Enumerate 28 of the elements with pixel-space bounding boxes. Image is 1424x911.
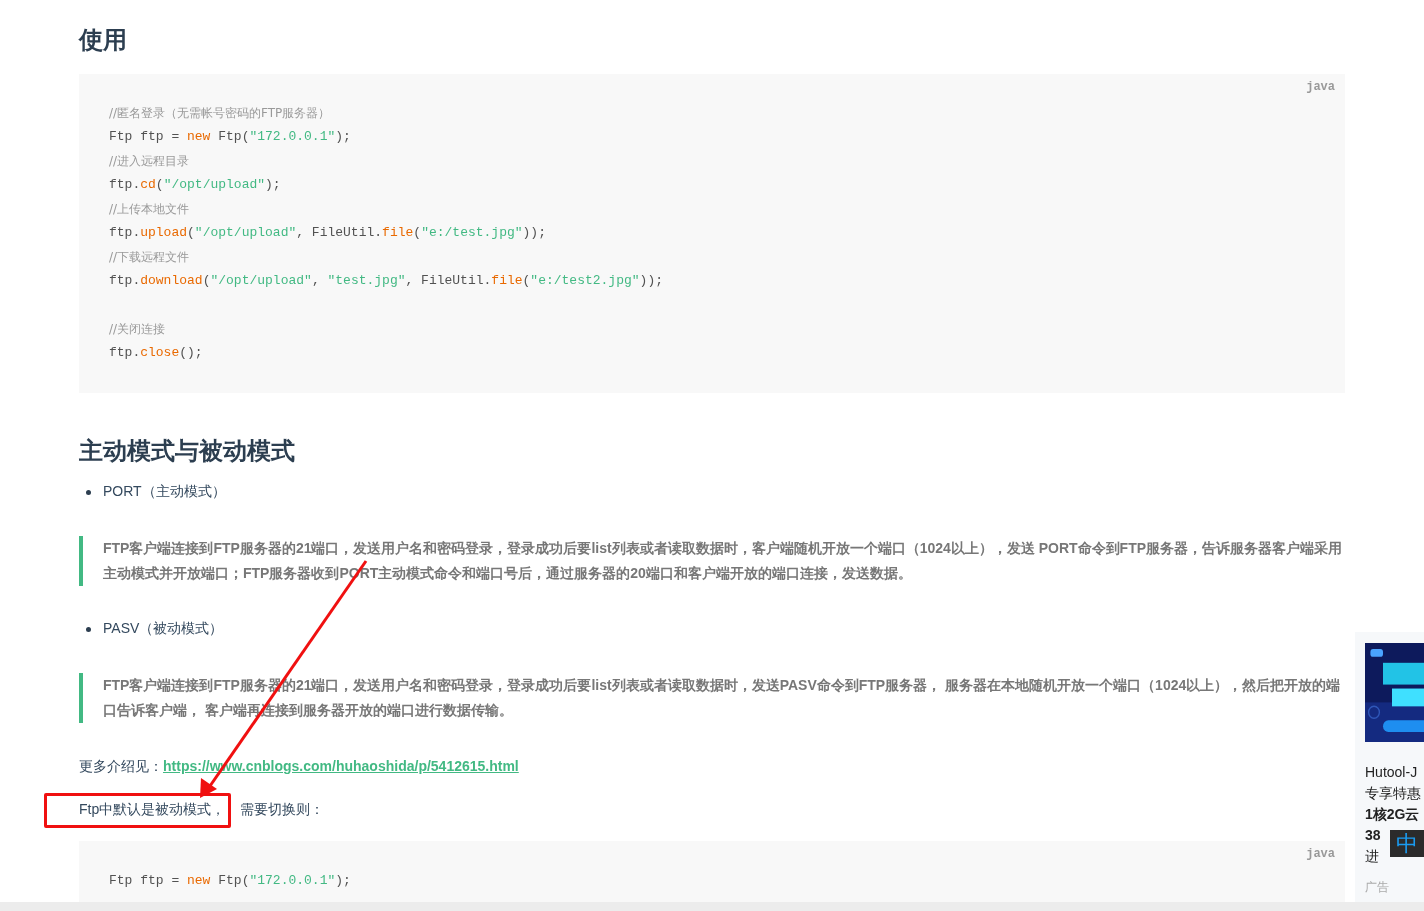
code-line: //关闭连接 [109, 322, 166, 337]
code-line: //进入远程目录 [109, 154, 190, 169]
ad-text: 1核2G云 [1365, 805, 1420, 824]
list-item: PASV（被动模式） [103, 620, 224, 638]
section-heading: 主动模式与被动模式 [79, 436, 295, 466]
code-line: ftp.download("/opt/upload", "test.jpg", FileUtil.file("e:/test2.jpg")); [109, 273, 663, 288]
bullet-icon [86, 626, 91, 632]
code-line: //下载远程文件 [109, 250, 190, 265]
language-label: java [1306, 80, 1335, 94]
ime-indicator[interactable]: 中 [1390, 830, 1424, 857]
paragraph: 需要切换则： [240, 800, 325, 819]
highlighted-text: Ftp中默认是被动模式， [79, 800, 226, 819]
ad-text: 专享特惠 [1365, 784, 1421, 803]
code-line: ftp.cd("/opt/upload"); [109, 177, 281, 192]
code-line: ftp.upload("/opt/upload", FileUtil.file("e:/test.jpg")); [109, 225, 546, 240]
ad-text: 38 [1365, 826, 1381, 845]
language-label: java [1306, 847, 1335, 861]
ad-text: 进 [1365, 847, 1379, 866]
ad-tag: 广告 [1365, 879, 1424, 896]
code-line: ftp.close(); [109, 345, 203, 360]
code-line: //匿名登录（无需帐号密码的FTP服务器） [109, 106, 331, 121]
code-line: Ftp ftp = new Ftp("172.0.0.1"); [109, 873, 351, 888]
section-heading: 使用 [79, 25, 127, 55]
bullet-icon [86, 489, 91, 495]
code-line: Ftp ftp = new Ftp("172.0.0.1"); [109, 129, 351, 144]
ad-text: Hutool-J [1365, 763, 1418, 782]
code-line: //上传本地文件 [109, 202, 190, 217]
list-item: PORT（主动模式） [103, 483, 226, 501]
